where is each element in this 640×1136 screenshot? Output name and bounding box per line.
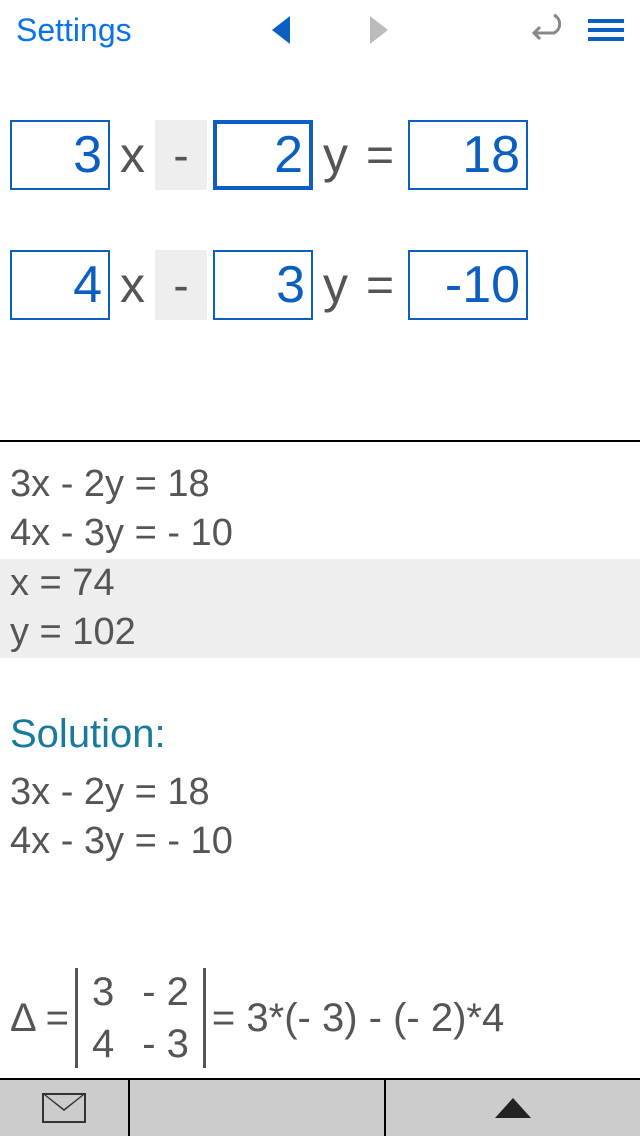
const-c2-input[interactable] — [408, 250, 528, 320]
var-x-label: x — [116, 126, 149, 184]
undo-icon[interactable] — [528, 12, 564, 49]
results-panel: 3x - 2y = 18 4x - 3y = - 10 x = 74 y = 1… — [0, 442, 640, 1088]
equals-sign: = — [358, 128, 402, 183]
header: Settings — [0, 0, 640, 60]
settings-link[interactable]: Settings — [16, 12, 132, 49]
det-expansion: = 3*(- 3) - (- 2)*4 — [212, 992, 504, 1044]
prev-icon[interactable] — [272, 16, 290, 44]
coef-a1-input[interactable] — [10, 120, 110, 190]
const-c1-input[interactable] — [408, 120, 528, 190]
coef-b1-input[interactable] — [213, 120, 313, 190]
var-x-label: x — [116, 256, 149, 314]
equation-input-area: x - y = x - y = — [0, 60, 640, 430]
solution-highlight: x = 74 y = 102 — [0, 559, 640, 658]
equation-row-1: x - y = — [10, 120, 630, 190]
det-m10: 4 — [92, 1018, 114, 1070]
solution-heading: Solution: — [10, 708, 630, 760]
mail-button[interactable] — [0, 1080, 130, 1136]
bottom-empty-segment[interactable] — [130, 1080, 386, 1136]
nav-arrows — [272, 16, 388, 44]
det-m11: - 3 — [142, 1018, 189, 1070]
var-y-label: y — [319, 126, 352, 184]
det-m00: 3 — [92, 966, 114, 1018]
solution-eq2: 4x - 3y = - 10 — [10, 817, 630, 866]
equals-sign: = — [358, 258, 402, 313]
header-actions — [528, 12, 624, 49]
det-m01: - 2 — [142, 966, 189, 1018]
determinant-matrix: 3 - 2 4 - 3 — [75, 966, 206, 1070]
result-eq2: 4x - 3y = - 10 — [10, 509, 630, 558]
solution-eq1: 3x - 2y = 18 — [10, 768, 630, 817]
solution-x: x = 74 — [10, 559, 630, 608]
equation-row-2: x - y = — [10, 250, 630, 320]
menu-icon[interactable] — [588, 19, 624, 41]
chevron-up-icon — [495, 1098, 531, 1118]
var-y-label: y — [319, 256, 352, 314]
coef-a2-input[interactable] — [10, 250, 110, 320]
mail-icon — [42, 1093, 86, 1123]
result-eq1: 3x - 2y = 18 — [10, 460, 630, 509]
solution-y: y = 102 — [10, 608, 630, 657]
next-icon — [370, 16, 388, 44]
bottom-toolbar — [0, 1078, 640, 1136]
coef-b2-input[interactable] — [213, 250, 313, 320]
sign-toggle-2[interactable]: - — [155, 250, 207, 320]
delta-label: Δ = — [10, 992, 69, 1044]
expand-button[interactable] — [386, 1080, 640, 1136]
det-bar-right — [203, 968, 206, 1068]
sign-toggle-1[interactable]: - — [155, 120, 207, 190]
determinant-expression: Δ = 3 - 2 4 - 3 = 3*(- 3) - (- 2)*4 — [10, 966, 630, 1070]
